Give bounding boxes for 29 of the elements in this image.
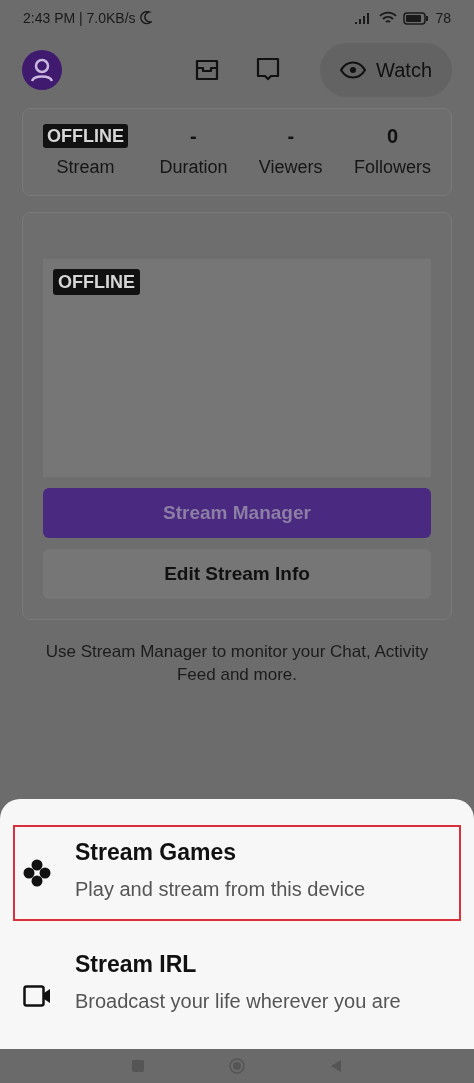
sheet-option[interactable]: Stream Games Play and stream from this device xyxy=(13,825,461,921)
stream-manager-button[interactable]: Stream Manager xyxy=(43,488,431,538)
inbox-icon[interactable] xyxy=(194,58,221,82)
stat-label: Viewers xyxy=(258,155,323,179)
eye-icon xyxy=(340,61,367,79)
option-subtitle: Broadcast your life wherever you are xyxy=(75,989,401,1014)
stat-label: Duration xyxy=(159,155,228,179)
wifi-icon xyxy=(379,11,398,25)
battery-level: 78 xyxy=(435,8,451,28)
stat-value: - xyxy=(287,123,295,148)
offline-badge: OFFLINE xyxy=(43,123,128,148)
sheet-option[interactable]: Stream IRL Broadcast your life wherever you are xyxy=(13,937,461,1033)
status-time: 2:43 PM | 7.0KB/s xyxy=(23,8,136,28)
option-subtitle: Play and stream from this device xyxy=(75,877,366,902)
battery-icon xyxy=(403,11,430,25)
avatar-icon[interactable] xyxy=(22,50,62,90)
stat-value: 0 xyxy=(386,123,399,148)
watch-button[interactable]: Watch xyxy=(320,43,452,97)
stat-label: Followers xyxy=(353,155,431,179)
option-title: Stream Games xyxy=(75,838,238,867)
video-camera-icon xyxy=(23,985,51,1007)
moon-icon xyxy=(139,11,152,25)
hint-text: Use Stream Manager to monitor your Chat, Activity Feed and more. xyxy=(44,641,430,686)
option-title: Stream IRL xyxy=(75,950,198,979)
chat-icon[interactable] xyxy=(256,57,281,83)
offline-badge: OFFLINE xyxy=(53,269,140,295)
stat-value: - xyxy=(190,123,197,148)
stat-label: Stream xyxy=(56,155,115,179)
edit-info-button[interactable]: Edit Stream Info xyxy=(43,549,431,599)
